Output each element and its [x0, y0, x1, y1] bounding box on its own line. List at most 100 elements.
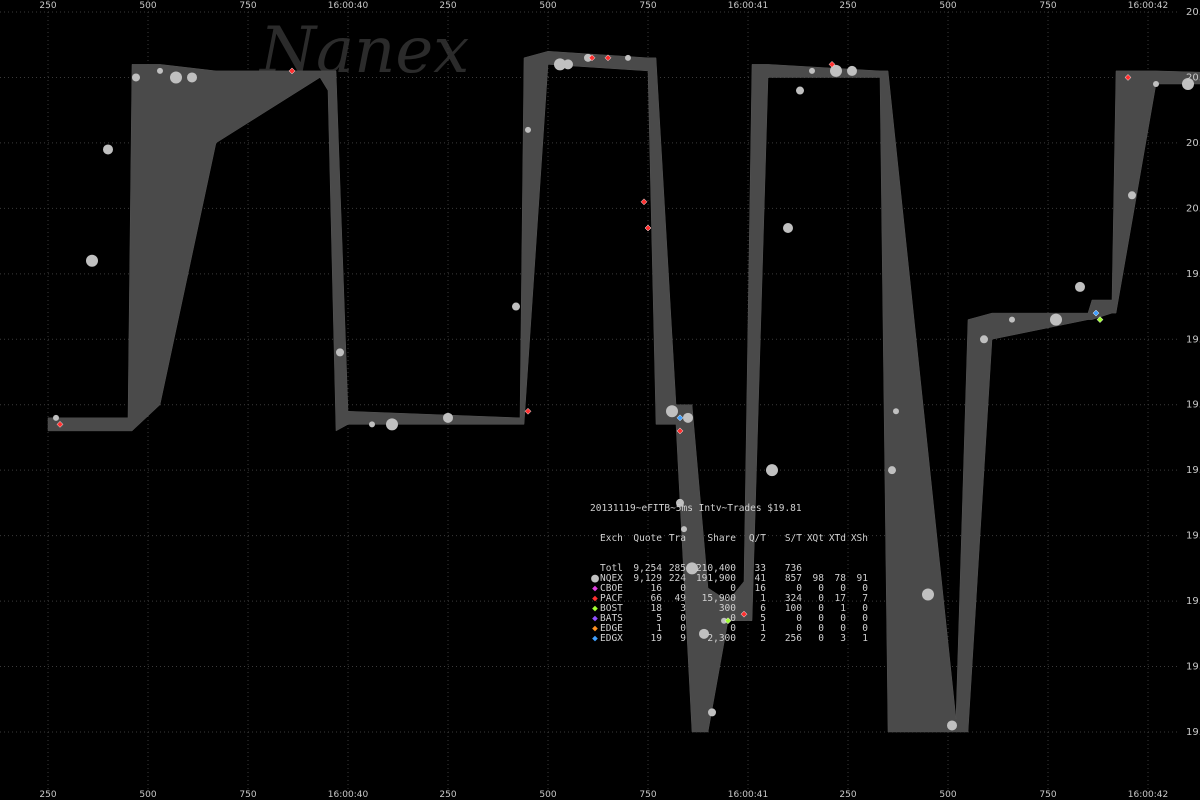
x-tick-label: 16:00:42 [1128, 790, 1168, 800]
x-tick-label: 250 [39, 790, 56, 800]
x-tick-label: 500 [139, 1, 156, 11]
trade-point-nqex [893, 408, 899, 415]
x-tick-label: 500 [539, 1, 556, 11]
legend-header: XQt [806, 533, 824, 544]
legend-cell: 2,300 [707, 633, 736, 644]
trade-point-nqex [666, 405, 678, 418]
y-tick-label: 19.60 [1186, 465, 1200, 476]
trade-point-nqex [947, 720, 957, 731]
trade-point-nqex [708, 708, 716, 717]
legend-row-nqex: ● NQEX 9,129 224 191,900 41 857 98 78 91 [590, 572, 868, 585]
legend-cell: 9 [680, 633, 686, 644]
x-tick-label: 500 [139, 790, 156, 800]
trade-point-nqex [1153, 81, 1159, 87]
y-tick-label: 19.40 [1186, 596, 1200, 607]
legend-header: XTd [828, 533, 846, 544]
x-tick-label: 250 [439, 790, 456, 800]
trade-point-nqex [980, 335, 988, 344]
legend-header: S/T [784, 533, 802, 544]
legend-cell: 256 [784, 633, 802, 644]
x-tick-label: 16:00:42 [1128, 1, 1168, 11]
y-tick-label: 20.30 [1186, 7, 1200, 18]
trade-point-nqex [783, 223, 793, 233]
trade-point-pacf [640, 198, 648, 206]
trade-point-nqex [1050, 313, 1062, 326]
x-tick-label: 750 [239, 1, 256, 11]
y-tick-label: 19.30 [1186, 662, 1200, 673]
x-tick-label: 250 [839, 790, 856, 800]
legend-header-row: Exch Quote Tra Share Q/T S/T XQt XTd XSh [590, 534, 868, 544]
trade-point-nqex [443, 412, 453, 423]
trade-point-nqex [922, 588, 934, 601]
trade-point-nqex [369, 421, 375, 428]
legend-cell: 3 [840, 633, 846, 644]
x-tick-label: 500 [939, 790, 956, 800]
y-tick-label: 20.00 [1186, 203, 1200, 214]
trade-point-nqex [157, 67, 163, 74]
x-tick-label: 750 [1039, 790, 1056, 800]
y-tick-label: 19.80 [1186, 334, 1200, 345]
trade-point-nqex [625, 54, 631, 61]
x-tick-label: 500 [539, 790, 556, 800]
trade-point-nqex [1075, 281, 1085, 292]
x-tick-label: 16:00:41 [728, 1, 768, 11]
trade-point-nqex [132, 73, 140, 82]
x-tick-label: 500 [939, 1, 956, 11]
legend-exch: EDGX [600, 633, 623, 644]
trade-point-nqex [170, 71, 182, 84]
price-chart: Nanex 20.3020.2020.1020.0019.9019.8019.7… [0, 0, 1200, 800]
trade-point-nqex [1128, 191, 1136, 200]
x-tick-label: 750 [239, 790, 256, 800]
trade-point-nqex [847, 65, 857, 76]
legend-header: Share [707, 533, 736, 544]
trade-point-nqex [187, 72, 197, 83]
trade-point-nqex [683, 412, 693, 423]
trade-point-nqex [525, 126, 531, 133]
legend-row-bats: ◆ BATS 5 0 0 5 0 0 0 0 [590, 614, 868, 624]
legend-header: Exch [600, 533, 623, 544]
diamond-icon: ◆ [592, 633, 598, 644]
y-tick-label: 20.10 [1186, 138, 1200, 149]
x-tick-label: 750 [1039, 1, 1056, 11]
trade-point-nqex [386, 418, 398, 431]
x-tick-label: 16:00:41 [728, 790, 768, 800]
x-tick-label: 250 [839, 1, 856, 11]
trade-point-nqex [512, 302, 520, 311]
trade-point-nqex [766, 464, 778, 477]
x-tick-label: 250 [439, 1, 456, 11]
legend: 20131119~eFITB~5ms Intv~Trades $19.81 Ex… [590, 484, 868, 654]
legend-header: Quote [633, 533, 662, 544]
x-tick-label: 750 [639, 1, 656, 11]
legend-row-edgx: ◆ EDGX 19 9 2,300 2 256 0 3 1 [590, 634, 868, 644]
legend-cell: 2 [760, 633, 766, 644]
trade-point-nqex [53, 414, 59, 421]
trade-point-pacf [644, 224, 652, 232]
trade-point-nqex [809, 67, 815, 74]
x-tick-label: 16:00:40 [328, 1, 369, 11]
legend-cell: 0 [730, 613, 736, 624]
y-tick-label: 20.20 [1186, 72, 1200, 83]
legend-header: Q/T [748, 533, 766, 544]
y-tick-label: 19.50 [1186, 531, 1200, 542]
x-tick-label: 250 [39, 1, 56, 11]
trade-point-nqex [86, 254, 98, 267]
trade-point-nqex [888, 466, 896, 475]
trade-point-pacf [524, 407, 532, 415]
x-axis-top: 250 500 750 16:00:40 250 500 750 16:00:41 250 500… [39, 1, 1168, 11]
y-tick-label: 19.20 [1186, 727, 1200, 738]
trade-point-nqex [796, 86, 804, 95]
legend-cell: 300 [718, 603, 736, 614]
x-tick-label: 16:00:40 [328, 790, 369, 800]
legend-cell: 19 [650, 633, 662, 644]
trade-point-nqex [563, 59, 573, 70]
legend-title: 20131119~eFITB~5ms Intv~Trades $19.81 [590, 503, 802, 514]
trade-point-nqex [103, 144, 113, 155]
y-tick-label: 19.90 [1186, 269, 1200, 280]
legend-cell: 191,900 [695, 573, 736, 584]
y-tick-label: 19.70 [1186, 400, 1200, 411]
legend-row-bost: ◆ BOST 18 3 300 6 100 0 1 0 [590, 604, 868, 614]
trade-point-nqex [1009, 316, 1015, 323]
legend-header: Tra [668, 533, 686, 544]
y-axis: 20.30 20.20 20.10 20.00 19.90 19.80 19.70 19.60… [1186, 7, 1200, 738]
legend-cell: 1 [862, 633, 868, 644]
